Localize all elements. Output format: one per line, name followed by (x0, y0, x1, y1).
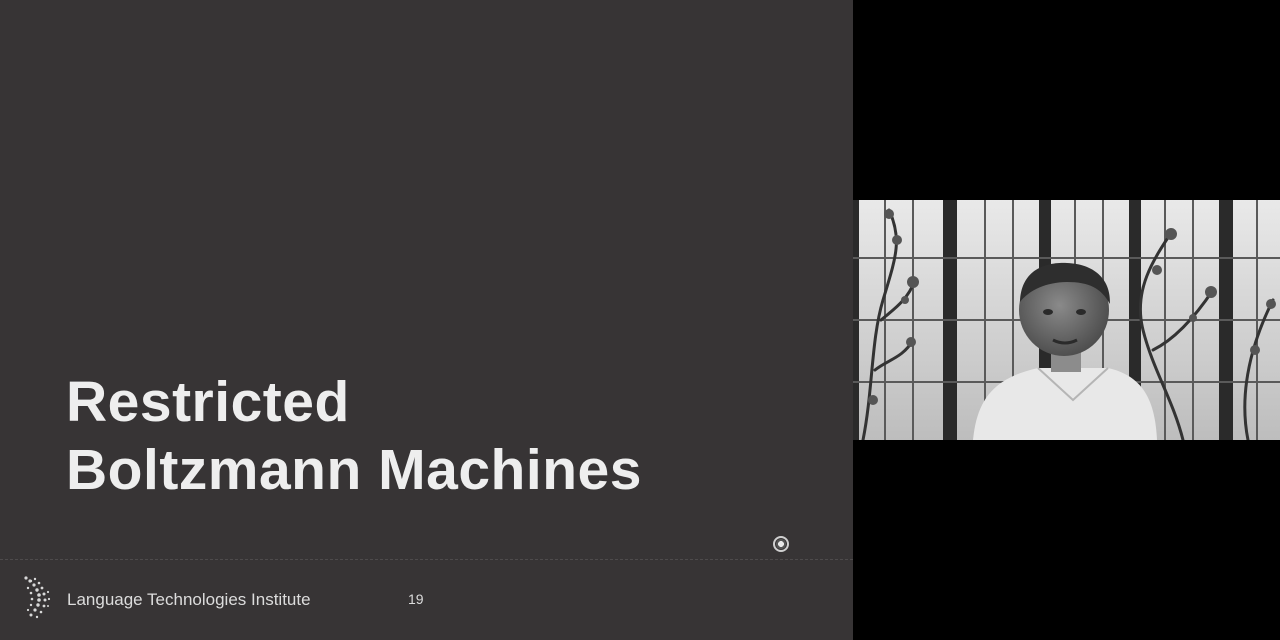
meeting-screen: Restricted Boltzmann Machines Language T… (0, 0, 1280, 640)
slide-page-number: 19 (408, 591, 424, 607)
footer-divider (0, 559, 853, 560)
slide-title-line-1: Restricted (66, 370, 350, 434)
footer-institute-name: Language Technologies Institute (67, 590, 311, 609)
laser-pointer-icon (773, 536, 789, 552)
presenter-video[interactable] (853, 200, 1280, 440)
presenter-video-icon (853, 200, 1280, 440)
slide-title-line-2: Boltzmann Machines (66, 438, 642, 502)
institute-logo-icon (24, 576, 51, 619)
slide-title: Restricted Boltzmann Machines (66, 368, 642, 504)
shared-slide: Restricted Boltzmann Machines Language T… (0, 0, 853, 640)
